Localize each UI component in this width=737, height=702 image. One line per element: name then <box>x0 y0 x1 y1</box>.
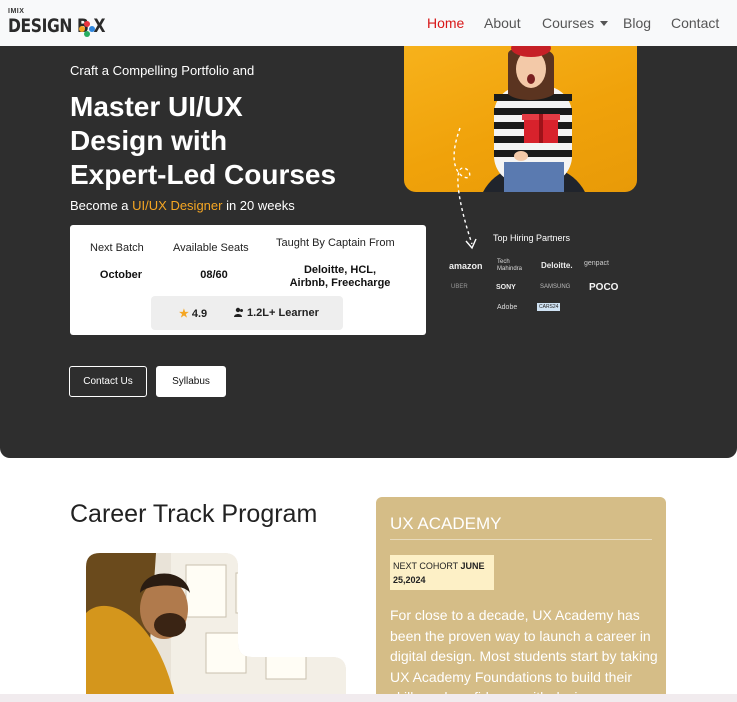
partner-poco: POCO <box>589 282 619 293</box>
taught-by-value: Deloitte, HCL, Airbnb, Freecharge <box>270 264 410 290</box>
ux-academy-card: UX ACADEMY NEXT COHORT JUNE 25,2024 For … <box>376 497 666 702</box>
bottom-strip <box>0 694 737 702</box>
nav-blog[interactable]: Blog <box>623 15 651 31</box>
next-cohort-badge: NEXT COHORT JUNE 25,2024 <box>390 555 494 590</box>
partners-title: Top Hiring Partners <box>493 233 571 243</box>
headline-line-1: Master UI/UX <box>70 91 243 122</box>
partner-tech-mahindra: Tech Mahindra <box>497 259 523 272</box>
taught-by-line-2: Airbnb, Freecharge <box>289 277 391 289</box>
headline-line-2: Design with <box>70 125 228 156</box>
contact-us-button[interactable]: Contact Us <box>69 366 147 397</box>
users-icon <box>234 307 243 317</box>
dashed-arrow-icon <box>453 127 477 250</box>
seats-value: 08/60 <box>200 269 228 281</box>
batch-info-card: Next Batch Available Seats Taught By Cap… <box>70 225 426 335</box>
next-batch-value: October <box>99 269 143 281</box>
career-track-title: Career Track Program <box>70 500 318 528</box>
partner-samsung: SAMSUNG <box>540 284 571 290</box>
career-photo <box>86 553 346 702</box>
rating: ★ 4.9 <box>179 307 207 320</box>
hero-headline: Master UI/UX Design with Expert-Led Cour… <box>70 90 370 192</box>
cohort-prefix: NEXT COHORT <box>393 561 461 571</box>
next-batch-label: Next Batch <box>90 242 144 254</box>
partner-uber: UBER <box>451 284 468 290</box>
hero-section: Craft a Compelling Portfolio and Master … <box>0 44 737 458</box>
subtitle-prefix: Become a <box>70 198 133 213</box>
star-icon: ★ <box>179 308 189 320</box>
academy-description: For close to a decade, UX Academy has be… <box>390 607 658 702</box>
academy-divider <box>390 539 652 540</box>
navbar: IMIX DESIGN B X Home About Courses Blog … <box>0 0 737 46</box>
nav-courses[interactable]: Courses <box>542 15 609 31</box>
partner-deloitte: Deloitte. <box>541 261 573 270</box>
nav-contact[interactable]: Contact <box>671 15 719 31</box>
headline-line-3: Expert-Led Courses <box>70 159 337 190</box>
subtitle-accent: UI/UX Designer <box>132 198 223 213</box>
taught-by-label: Taught By Captain From <box>276 237 395 249</box>
logo-dots-icon <box>79 21 95 37</box>
hero-photo <box>404 44 637 192</box>
subtitle-suffix: in 20 weeks <box>222 198 295 213</box>
rating-pill: ★ 4.9 1.2L+ Learner <box>151 296 343 330</box>
hero-kicker: Craft a Compelling Portfolio and <box>70 63 255 78</box>
academy-title: UX ACADEMY <box>390 514 502 533</box>
cohort-date-1: JUNE <box>460 561 485 571</box>
brand-logo[interactable]: IMIX DESIGN B X <box>8 8 108 38</box>
nav-home[interactable]: Home <box>427 15 464 31</box>
woman-with-gift-illustration <box>483 44 585 192</box>
logo-top-text: IMIX <box>8 8 25 15</box>
partner-genpact: genpact <box>584 260 609 267</box>
partner-cars24: CARS24 <box>537 303 561 311</box>
partner-adobe: Adobe <box>497 304 518 311</box>
seats-label: Available Seats <box>173 242 249 254</box>
nav-courses-label: Courses <box>542 15 595 31</box>
partner-amazon: amazon <box>449 261 483 271</box>
hero-subtitle: Become a UI/UX Designer in 20 weeks <box>70 198 295 213</box>
syllabus-button[interactable]: Syllabus <box>156 366 226 397</box>
rating-value: 4.9 <box>191 308 208 320</box>
cohort-date-2: 25,2024 <box>393 575 426 585</box>
chevron-down-icon <box>600 21 609 26</box>
learners-value: 1.2L+ Learner <box>247 307 319 319</box>
learners: 1.2L+ Learner <box>234 307 319 319</box>
taught-by-line-1: Deloitte, HCL, <box>303 264 377 276</box>
partner-sony: SONY <box>496 284 516 291</box>
nav-about[interactable]: About <box>484 15 521 31</box>
